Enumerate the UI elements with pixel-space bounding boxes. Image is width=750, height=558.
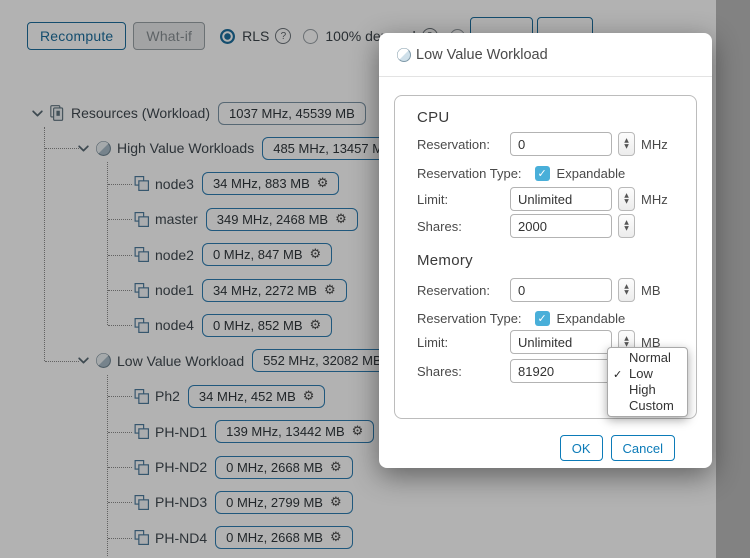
cpu-shares-stepper[interactable]: ▲▼	[618, 214, 635, 238]
cpu-reservation-type-row: Reservation Type: ✓ Expandable	[417, 161, 625, 185]
memory-reservation-type-row: Reservation Type: ✓ Expandable	[417, 306, 625, 330]
dropdown-item[interactable]: Custom	[608, 398, 687, 414]
cpu-shares-input[interactable]	[510, 214, 612, 238]
dropdown-item-label: Normal	[629, 350, 671, 365]
memory-reservation-label: Reservation:	[417, 283, 510, 298]
dropdown-item[interactable]: ✓ Low	[608, 366, 687, 382]
ok-button[interactable]: OK	[560, 435, 603, 461]
cpu-reservation-stepper[interactable]: ▲▼	[618, 132, 635, 156]
memory-shares-input[interactable]	[510, 359, 612, 383]
dropdown-item-label: Custom	[629, 398, 674, 413]
cpu-shares-label: Shares:	[417, 219, 510, 234]
dropdown-item[interactable]: High	[608, 382, 687, 398]
memory-shares-row: Shares: ▲▼	[417, 359, 635, 383]
cpu-limit-stepper[interactable]: ▲▼	[618, 187, 635, 211]
cancel-button[interactable]: Cancel	[611, 435, 675, 461]
check-icon: ✓	[537, 168, 546, 179]
memory-reservation-input[interactable]	[510, 278, 612, 302]
memory-limit-label: Limit:	[417, 335, 510, 350]
cpu-reservation-input[interactable]	[510, 132, 612, 156]
cpu-reservation-unit: MHz	[641, 137, 668, 152]
memory-expandable-checkbox[interactable]: ✓	[535, 311, 550, 326]
cpu-limit-row: Limit: ▲▼ MHz	[417, 187, 668, 211]
memory-section-heading: Memory	[417, 252, 473, 269]
cpu-reservation-row: Reservation: ▲▼ MHz	[417, 132, 668, 156]
dropdown-item-label: High	[629, 382, 656, 397]
cpu-shares-row: Shares: ▲▼	[417, 214, 635, 238]
cpu-section-heading: CPU	[417, 109, 450, 126]
check-icon: ✓	[613, 367, 622, 383]
cpu-expandable-label: Expandable	[557, 166, 626, 181]
dropdown-item-label: Low	[629, 366, 653, 381]
check-icon: ✓	[537, 313, 546, 324]
memory-reservation-unit: MB	[641, 283, 661, 298]
memory-reservation-stepper[interactable]: ▲▼	[618, 278, 635, 302]
memory-limit-input[interactable]	[510, 330, 612, 354]
dialog-title-bar: Low Value Workload	[379, 33, 712, 77]
memory-reservation-row: Reservation: ▲▼ MB	[417, 278, 661, 302]
resource-pool-icon	[396, 47, 412, 63]
cpu-limit-label: Limit:	[417, 192, 510, 207]
cpu-limit-input[interactable]	[510, 187, 612, 211]
memory-shares-label: Shares:	[417, 364, 510, 379]
dialog-title: Low Value Workload	[416, 47, 548, 63]
memory-expandable-label: Expandable	[557, 311, 626, 326]
cpu-limit-unit: MHz	[641, 192, 668, 207]
cpu-reservation-label: Reservation:	[417, 137, 510, 152]
memory-reservation-type-label: Reservation Type:	[417, 311, 522, 326]
cpu-reservation-type-label: Reservation Type:	[417, 166, 522, 181]
dropdown-item[interactable]: Normal	[608, 350, 687, 366]
cpu-expandable-checkbox[interactable]: ✓	[535, 166, 550, 181]
shares-dropdown-menu: Normal ✓ Low High Custom	[607, 347, 688, 417]
dialog-footer: OK Cancel	[560, 435, 675, 461]
